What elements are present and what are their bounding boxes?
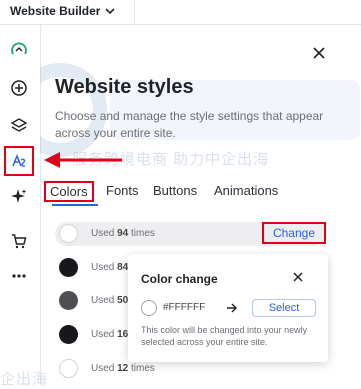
tab-animations[interactable]: Animations (214, 183, 278, 198)
usage-text: Used 16 (91, 329, 129, 340)
layers-icon[interactable] (6, 112, 32, 138)
popover-note: This color will be changed into your new… (141, 325, 308, 347)
color-change-popover: Color change #FFFFFF Select This color w… (128, 254, 328, 362)
app-title[interactable]: Website Builder (10, 4, 100, 18)
usage-text: Used 84 (91, 262, 129, 273)
tab-colors[interactable]: Colors (44, 181, 94, 202)
color-swatch (59, 291, 78, 310)
arrow-right-icon (227, 303, 237, 313)
current-color-swatch (141, 300, 157, 316)
style-tabs: Colors Fonts Buttons Animations (44, 181, 361, 205)
more-icon[interactable] (6, 263, 32, 289)
panel-title: Website styles (55, 76, 194, 98)
watermark-text-2: 企出海 (0, 371, 49, 388)
top-bar: Website Builder (0, 0, 361, 25)
select-button[interactable]: Select (252, 299, 316, 317)
color-swatch (59, 359, 78, 378)
divider (134, 0, 135, 24)
color-swatch (59, 258, 78, 277)
close-icon[interactable] (292, 271, 304, 283)
styles-icon[interactable] (4, 146, 34, 176)
tab-buttons[interactable]: Buttons (153, 183, 197, 198)
usage-text: Used 50 (91, 295, 129, 306)
color-swatch (59, 224, 78, 243)
tab-fonts[interactable]: Fonts (106, 183, 139, 198)
color-swatch (59, 325, 78, 344)
usage-text: Used 94 times (91, 228, 155, 239)
progress-icon[interactable] (6, 36, 32, 62)
panel-description: Choose and manage the style settings tha… (55, 109, 324, 140)
popover-title: Color change (141, 272, 218, 286)
change-button[interactable]: Change (262, 222, 326, 244)
annotation-arrow-icon (44, 152, 122, 168)
current-color-hex: #FFFFFF (163, 302, 206, 313)
sparkle-icon[interactable] (6, 183, 32, 209)
close-icon[interactable] (310, 44, 328, 62)
left-rail (0, 25, 41, 385)
tab-underline (52, 204, 98, 206)
chevron-down-icon[interactable] (104, 5, 116, 17)
usage-text: Used 12 times (91, 363, 155, 374)
cart-icon[interactable] (6, 228, 32, 254)
add-icon[interactable] (6, 75, 32, 101)
